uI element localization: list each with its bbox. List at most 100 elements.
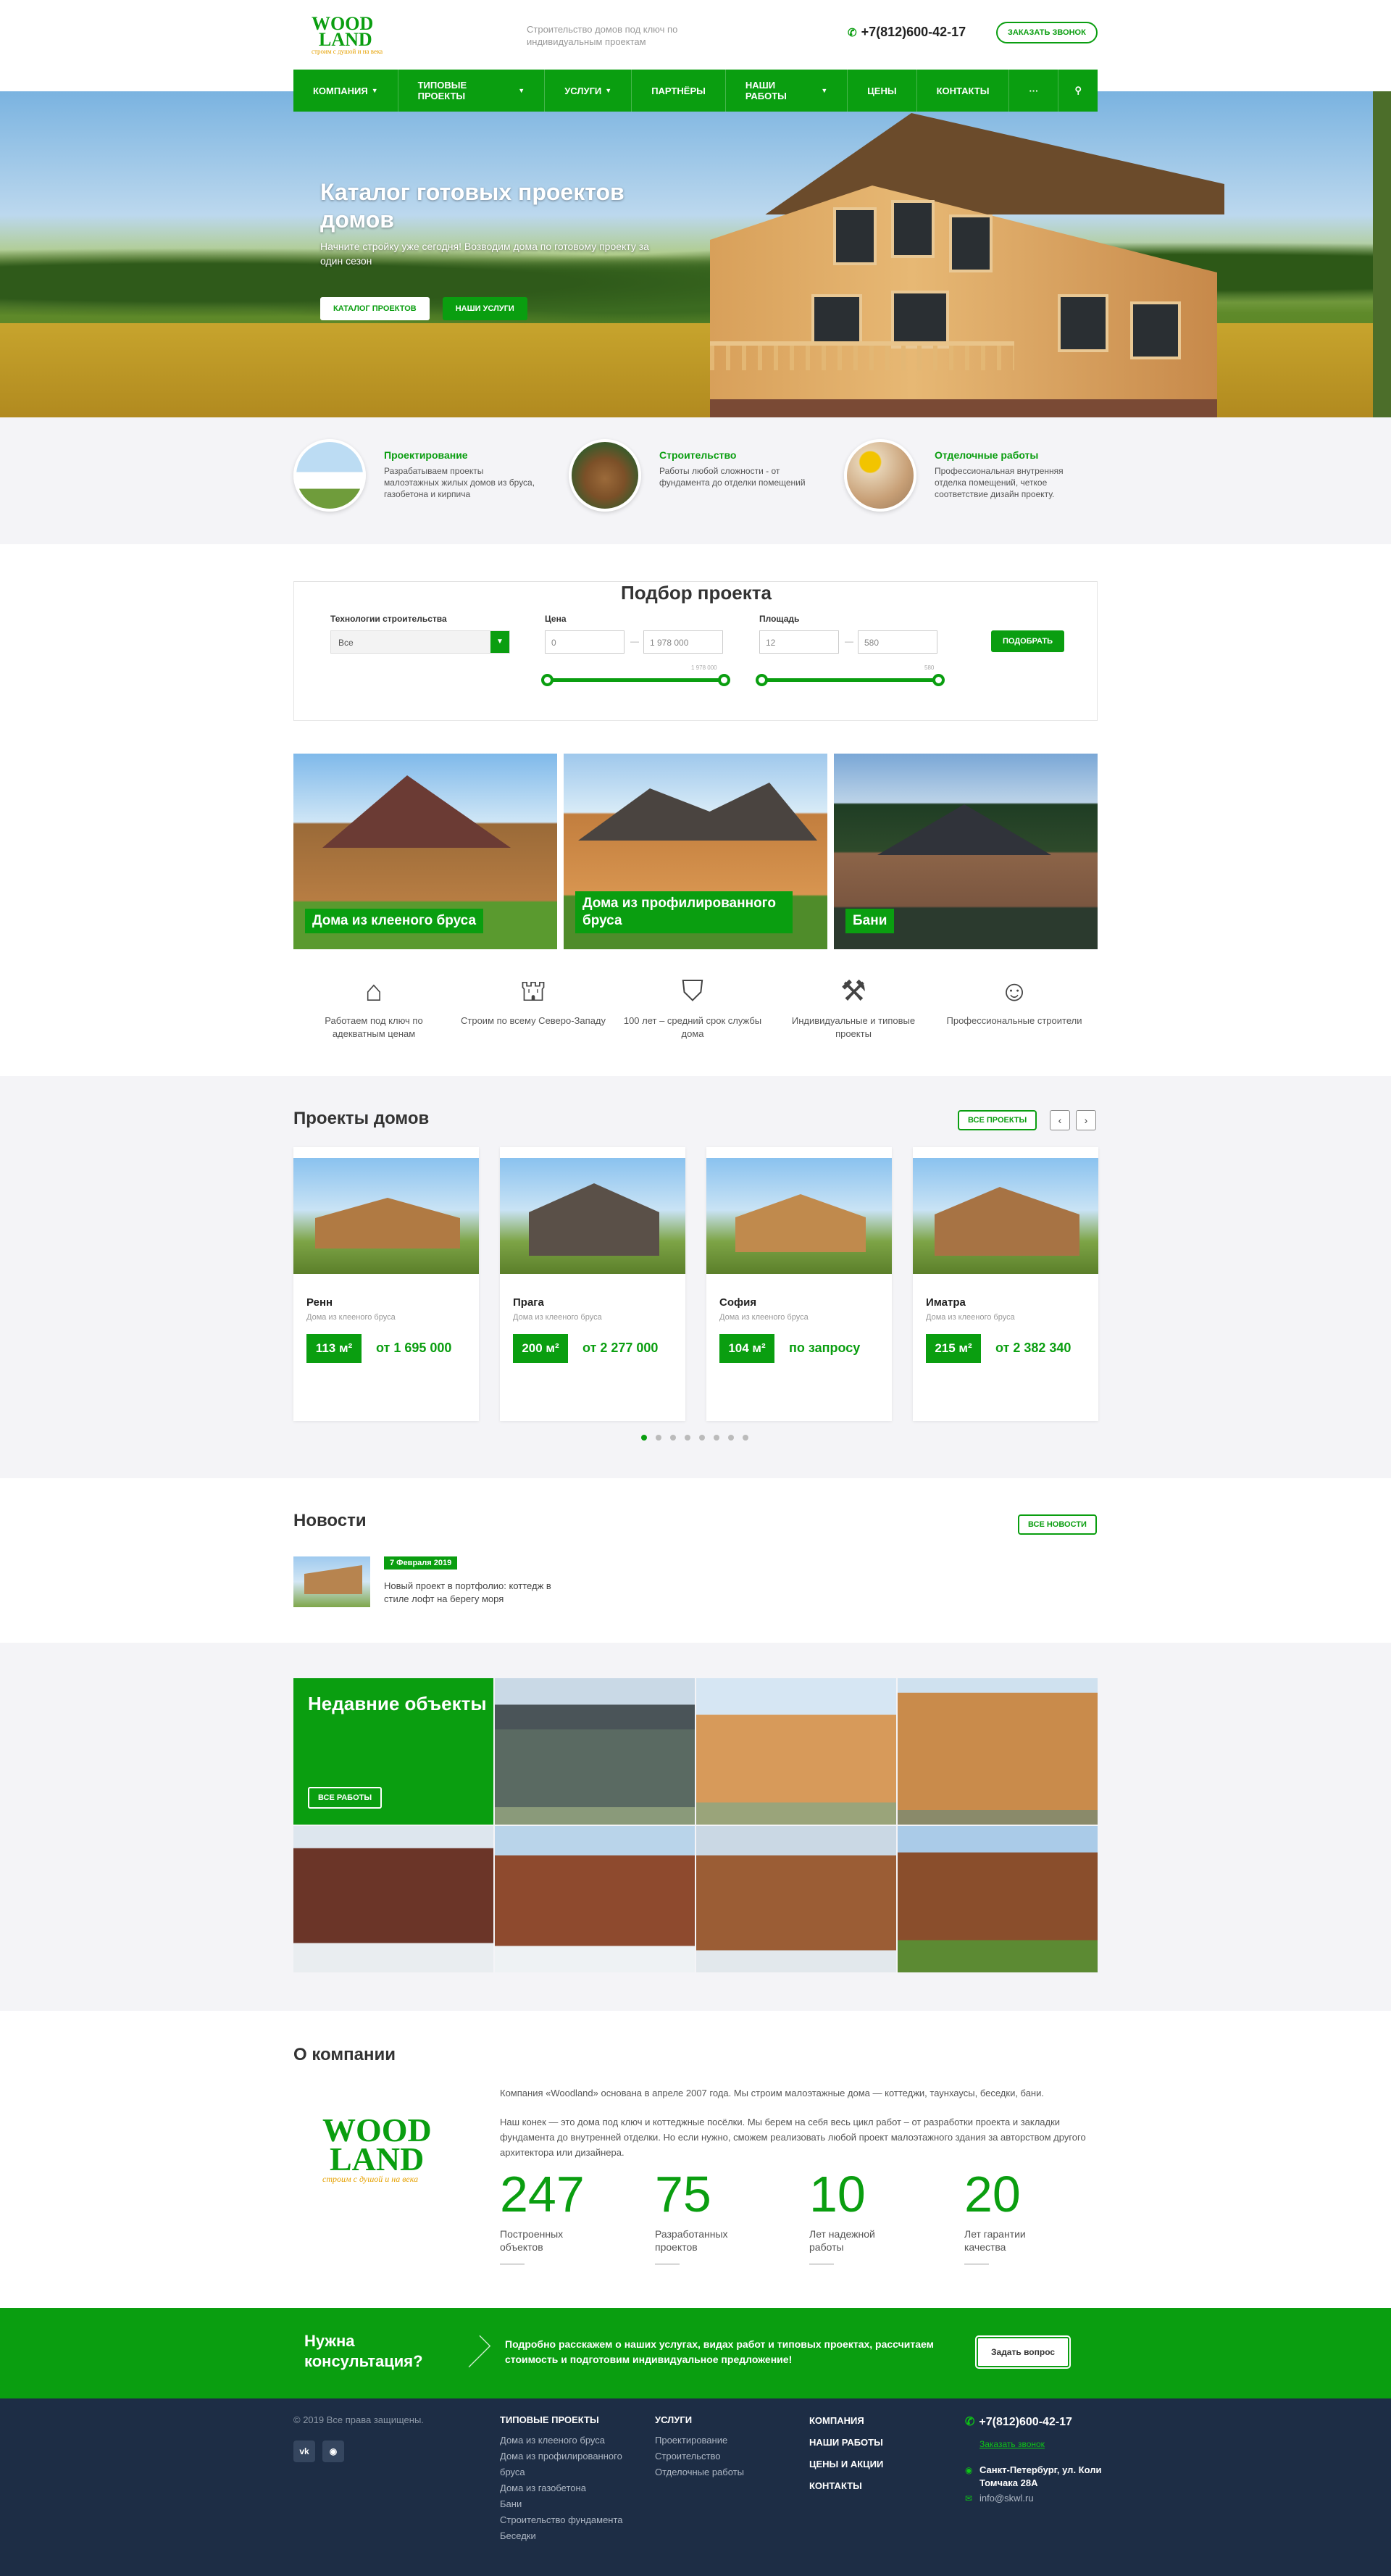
filter-tech-select[interactable]: Все ▼	[330, 630, 510, 654]
footer-call-link[interactable]: Заказать звонок	[979, 2439, 1045, 2449]
header-phone-number: +7(812)600-42-17	[861, 25, 966, 39]
all-projects-button[interactable]: Все проекты	[958, 1110, 1037, 1130]
site-logo[interactable]: WOOD LAND строим с душой и на века	[312, 14, 383, 56]
service-design[interactable]: Проектирование Разрабатываем проекты мал…	[293, 439, 554, 519]
footer-link[interactable]: Дома из газобетона	[500, 2480, 634, 2496]
project-card[interactable]: Ренн Дома из клееного бруса 113 м² от 1 …	[293, 1147, 479, 1421]
stat-designed: 75 Разработанных проектов	[655, 2167, 771, 2264]
project-price: от 2 277 000	[582, 1341, 659, 1355]
all-news-button[interactable]: Все новости	[1018, 1514, 1097, 1535]
carousel-dot[interactable]	[670, 1435, 676, 1441]
our-services-button[interactable]: Наши услуги	[442, 297, 527, 320]
area-slider-min-handle[interactable]	[756, 674, 768, 686]
about-title: О компании	[293, 2045, 396, 2064]
footer-email[interactable]: info@skwl.ru	[979, 2493, 1034, 2504]
project-card[interactable]: София Дома из клееного бруса 104 м² по з…	[706, 1147, 892, 1421]
services-strip: Проектирование Разрабатываем проекты мал…	[0, 417, 1391, 544]
service-finishing[interactable]: Отделочные работы Профессиональная внутр…	[844, 439, 1105, 519]
project-area-badge: 200 м²	[513, 1334, 568, 1363]
project-card[interactable]: Иматра Дома из клееного бруса 215 м² от …	[913, 1147, 1098, 1421]
filter-area-max-input[interactable]: 580	[858, 630, 937, 654]
logo-wordmark-bottom: LAND	[319, 29, 372, 50]
footer-link[interactable]: Строительство фундамента	[500, 2512, 634, 2528]
recent-object-photo[interactable]	[898, 1678, 1098, 1825]
chevron-down-icon: ▼	[821, 87, 828, 94]
header-phone[interactable]: ✆ +7(812)600-42-17	[848, 25, 966, 40]
filter-price-min-input[interactable]: 0	[545, 630, 625, 654]
nav-item-our-works[interactable]: Наши работы ▼	[726, 70, 848, 112]
nav-item-services[interactable]: Услуги ▼	[545, 70, 632, 112]
nav-item-typical-projects[interactable]: Типовые проекты ▼	[398, 70, 546, 112]
feature-projects: ⚒ Индивидуальные и типовые проекты	[781, 971, 926, 1041]
recent-object-photo[interactable]	[696, 1678, 896, 1825]
area-slider-max-handle[interactable]	[932, 674, 945, 686]
recent-object-photo[interactable]	[898, 1826, 1098, 1972]
category-glued-timber[interactable]: Дома из клееного бруса	[293, 754, 557, 949]
crane-icon: ⛫	[519, 975, 547, 1007]
all-works-button[interactable]: Все работы	[308, 1787, 383, 1809]
recent-object-photo[interactable]	[495, 1826, 695, 1972]
catalog-button[interactable]: Каталог проектов	[320, 297, 430, 320]
nav-item-contacts[interactable]: Контакты	[917, 70, 1010, 112]
ask-question-button[interactable]: Задать вопрос	[974, 2335, 1072, 2369]
footer-col-company: Компания Наши работы Цены и акции Контак…	[809, 2410, 883, 2497]
category-profiled-timber[interactable]: Дома из профилированного бруса	[564, 754, 827, 949]
news-thumbnail[interactable]	[293, 1556, 370, 1607]
nav-search-button[interactable]: ⚲	[1058, 70, 1098, 112]
footer-link[interactable]: Беседки	[500, 2528, 634, 2544]
footer-col-projects: Типовые проекты Дома из клееного бруса Д…	[500, 2414, 634, 2544]
footer-phone[interactable]: ✆ +7(812)600-42-17	[965, 2414, 1072, 2429]
carousel-dot[interactable]	[728, 1435, 734, 1441]
call-request-button[interactable]: Заказать звонок	[996, 22, 1098, 43]
footer-col-title[interactable]: Услуги	[655, 2414, 744, 2425]
project-card[interactable]: Прага Дома из клееного бруса 200 м² от 2…	[500, 1147, 685, 1421]
footer-link[interactable]: Компания	[809, 2410, 883, 2432]
footer-link[interactable]: Контакты	[809, 2475, 883, 2497]
carousel-dot[interactable]	[699, 1435, 705, 1441]
area-slider-track[interactable]	[762, 678, 940, 682]
filter-submit-button[interactable]: Подобрать	[991, 630, 1065, 652]
stat-built: 247 Построенных объектов	[500, 2167, 616, 2264]
carousel-dot[interactable]	[641, 1435, 647, 1441]
carousel-dot[interactable]	[685, 1435, 690, 1441]
filter-price-max-input[interactable]: 1 978 000	[643, 630, 723, 654]
projects-title: Проекты домов	[293, 1109, 430, 1128]
consultation-text: Подробно расскажем о наших услугах, вида…	[505, 2338, 934, 2365]
consultation-title: Нужна консультация?	[304, 2332, 423, 2370]
price-slider-max-handle[interactable]	[718, 674, 730, 686]
recent-object-photo[interactable]	[696, 1826, 896, 1972]
vk-icon[interactable]: vk	[293, 2440, 315, 2462]
nav-item-company[interactable]: Компания ▼	[293, 70, 398, 112]
price-slider-track[interactable]	[548, 678, 725, 682]
footer-link[interactable]: Бани	[500, 2496, 634, 2512]
carousel-dot[interactable]	[714, 1435, 719, 1441]
nav-more-button[interactable]: ···	[1009, 70, 1059, 112]
footer-link[interactable]: Цены и акции	[809, 2454, 883, 2475]
recent-object-photo[interactable]	[293, 1826, 493, 1972]
nav-item-prices[interactable]: Цены	[848, 70, 917, 112]
carousel-dot[interactable]	[656, 1435, 661, 1441]
footer-link[interactable]: Проектирование	[655, 2433, 744, 2448]
footer-link[interactable]: Наши работы	[809, 2432, 883, 2454]
filter-area-min-input[interactable]: 12	[759, 630, 839, 654]
footer-link[interactable]: Дома из профилированного бруса	[500, 2448, 634, 2480]
category-bathhouses[interactable]: Бани	[834, 754, 1098, 949]
footer-link[interactable]: Отделочные работы	[655, 2464, 744, 2480]
footer-link[interactable]: Дома из клееного бруса	[500, 2433, 634, 2448]
service-construction[interactable]: Строительство Работы любой сложности - о…	[569, 439, 830, 519]
project-name: Прага	[513, 1296, 544, 1309]
footer-link[interactable]: Строительство	[655, 2448, 744, 2464]
phone-icon: ✆	[848, 27, 857, 39]
news-link[interactable]: Новый проект в портфолио: коттедж в стил…	[384, 1580, 558, 1606]
carousel-next-button[interactable]: ›	[1076, 1110, 1096, 1130]
carousel-dot[interactable]	[743, 1435, 748, 1441]
instagram-icon[interactable]: ◉	[322, 2440, 344, 2462]
footer-col-title[interactable]: Типовые проекты	[500, 2414, 634, 2425]
recent-object-photo[interactable]	[495, 1678, 695, 1825]
chevron-left-icon: ‹	[1058, 1114, 1062, 1126]
price-slider-min-handle[interactable]	[541, 674, 554, 686]
hero-banner	[0, 91, 1391, 417]
hero-subtitle: Начните стройку уже сегодня! Возводим до…	[320, 241, 649, 267]
nav-item-partners[interactable]: Партнёры	[632, 70, 726, 112]
carousel-prev-button[interactable]: ‹	[1050, 1110, 1070, 1130]
